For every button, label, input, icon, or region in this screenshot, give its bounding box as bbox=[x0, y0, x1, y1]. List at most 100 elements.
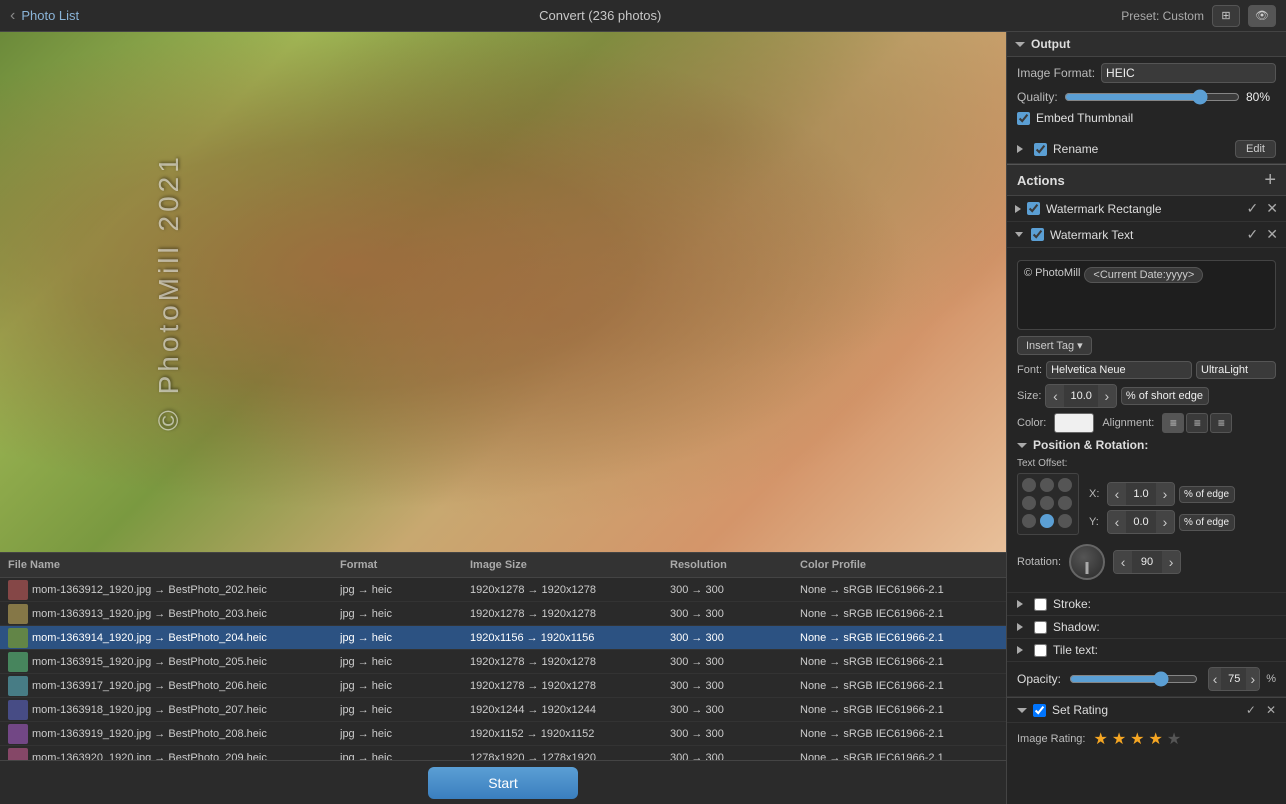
offset-x-decrement[interactable]: ‹ bbox=[1108, 483, 1126, 505]
size-increment-btn[interactable]: › bbox=[1098, 385, 1116, 407]
shadow-checkbox[interactable] bbox=[1034, 621, 1047, 634]
opacity-decrement[interactable]: ‹ bbox=[1209, 668, 1222, 690]
back-arrow-icon[interactable]: ‹ bbox=[10, 7, 15, 25]
position-rotation-header[interactable]: Position & Rotation: bbox=[1017, 438, 1276, 452]
rotation-decrement[interactable]: ‹ bbox=[1114, 551, 1132, 573]
col-header-size: Image Size bbox=[470, 559, 670, 571]
dot-mc[interactable] bbox=[1040, 496, 1054, 510]
watermark-rect-expand-icon[interactable] bbox=[1015, 205, 1021, 213]
table-row[interactable]: mom-1363920_1920.jpg → BestPhoto_209.hei… bbox=[0, 746, 1006, 760]
watermark-date-tag[interactable]: <Current Date:yyyy> bbox=[1084, 267, 1203, 283]
watermark-text-content: © PhotoMill <Current Date:yyyy> Insert T… bbox=[1007, 248, 1286, 593]
watermark-rect-checkbox[interactable] bbox=[1027, 202, 1040, 215]
star-5[interactable]: ★ bbox=[1167, 729, 1181, 749]
offset-x-increment[interactable]: › bbox=[1156, 483, 1174, 505]
star-2[interactable]: ★ bbox=[1112, 729, 1126, 749]
main-content: © PhotoMill 2021 File Name Format Image … bbox=[0, 32, 1286, 804]
topbar: ‹ Photo List Convert (236 photos) Preset… bbox=[0, 0, 1286, 32]
photo-list-link[interactable]: Photo List bbox=[21, 8, 79, 23]
dot-tl[interactable] bbox=[1022, 478, 1036, 492]
row-thumbnail bbox=[8, 700, 28, 720]
table-row[interactable]: mom-1363914_1920.jpg → BestPhoto_204.hei… bbox=[0, 626, 1006, 650]
star-3[interactable]: ★ bbox=[1130, 729, 1144, 749]
opacity-increment[interactable]: › bbox=[1246, 668, 1259, 690]
watermark-text-remove-icon[interactable]: ✕ bbox=[1266, 226, 1278, 243]
dot-grid bbox=[1017, 473, 1079, 535]
dot-br[interactable] bbox=[1058, 514, 1072, 528]
row-resolution: 300 → 300 bbox=[670, 752, 800, 761]
align-center-btn[interactable]: ≡ bbox=[1186, 413, 1208, 433]
size-decrement-btn[interactable]: ‹ bbox=[1046, 385, 1064, 407]
start-button[interactable]: Start bbox=[428, 767, 578, 799]
stroke-checkbox[interactable] bbox=[1034, 598, 1047, 611]
shadow-expand-icon[interactable] bbox=[1017, 623, 1028, 631]
preview-view-btn[interactable]: 👁 bbox=[1248, 5, 1276, 27]
format-select[interactable]: HEIC JPEG PNG TIFF bbox=[1101, 63, 1276, 83]
text-offset-label: Text Offset: bbox=[1017, 458, 1079, 469]
star-1[interactable]: ★ bbox=[1093, 729, 1107, 749]
quality-slider[interactable] bbox=[1064, 89, 1240, 105]
opacity-stepper: ‹ 75 › bbox=[1208, 667, 1261, 691]
watermark-rect-remove-icon[interactable]: ✕ bbox=[1266, 200, 1278, 217]
table-row[interactable]: mom-1363919_1920.jpg → BestPhoto_208.hei… bbox=[0, 722, 1006, 746]
topbar-title: Convert (236 photos) bbox=[539, 8, 661, 23]
watermark-text-checkbox[interactable] bbox=[1031, 228, 1044, 241]
table-row[interactable]: mom-1363918_1920.jpg → BestPhoto_207.hei… bbox=[0, 698, 1006, 722]
dot-mr[interactable] bbox=[1058, 496, 1072, 510]
table-row[interactable]: mom-1363917_1920.jpg → BestPhoto_206.hei… bbox=[0, 674, 1006, 698]
watermark-text-area[interactable]: © PhotoMill <Current Date:yyyy> bbox=[1017, 260, 1276, 330]
offset-y-increment[interactable]: › bbox=[1156, 511, 1174, 533]
rename-expand-icon[interactable] bbox=[1017, 145, 1028, 153]
table-row[interactable]: mom-1363912_1920.jpg → BestPhoto_202.hei… bbox=[0, 578, 1006, 602]
output-section-content: Image Format: HEIC JPEG PNG TIFF Quality… bbox=[1007, 57, 1286, 135]
col-header-format: Format bbox=[340, 559, 470, 571]
dot-bc[interactable] bbox=[1040, 514, 1054, 528]
rating-collapse-icon[interactable] bbox=[1017, 708, 1027, 713]
set-rating-remove-icon[interactable]: ✕ bbox=[1266, 703, 1276, 717]
star-4[interactable]: ★ bbox=[1149, 729, 1163, 749]
dot-ml[interactable] bbox=[1022, 496, 1036, 510]
align-left-btn[interactable]: ≡ bbox=[1162, 413, 1184, 433]
set-rating-checkbox[interactable] bbox=[1033, 704, 1046, 717]
opacity-slider[interactable] bbox=[1069, 671, 1198, 687]
row-filename: mom-1363913_1920.jpg → BestPhoto_203.hei… bbox=[0, 604, 340, 624]
offset-y-unit[interactable]: % of edge px bbox=[1179, 514, 1235, 531]
embed-thumbnail-checkbox[interactable] bbox=[1017, 112, 1030, 125]
offset-y-decrement[interactable]: ‹ bbox=[1108, 511, 1126, 533]
color-swatch[interactable] bbox=[1054, 413, 1094, 433]
tile-checkbox[interactable] bbox=[1034, 644, 1047, 657]
topbar-right: Preset: Custom ⊞ 👁 bbox=[1121, 5, 1276, 27]
watermark-text-expand-icon[interactable] bbox=[1015, 232, 1023, 237]
offset-x-unit[interactable]: % of edge px bbox=[1179, 486, 1235, 503]
rotation-increment[interactable]: › bbox=[1162, 551, 1180, 573]
insert-tag-button[interactable]: Insert Tag ▾ bbox=[1017, 336, 1092, 355]
watermark-rect-eye-icon[interactable]: ✓ bbox=[1247, 200, 1259, 217]
row-resolution: 300 → 300 bbox=[670, 656, 800, 668]
rename-edit-button[interactable]: Edit bbox=[1235, 140, 1276, 158]
set-rating-eye-icon[interactable]: ✓ bbox=[1246, 703, 1256, 717]
actions-add-button[interactable]: + bbox=[1264, 170, 1276, 190]
table-row[interactable]: mom-1363915_1920.jpg → BestPhoto_205.hei… bbox=[0, 650, 1006, 674]
size-row: Size: ‹ 10.0 › % of short edge % of long… bbox=[1017, 384, 1276, 408]
font-weight-select[interactable]: UltraLight Light Regular Bold bbox=[1196, 361, 1276, 379]
tile-expand-icon[interactable] bbox=[1017, 646, 1028, 654]
rename-checkbox[interactable] bbox=[1034, 143, 1047, 156]
offset-x-stepper: ‹ 1.0 › bbox=[1107, 482, 1175, 506]
dot-bl[interactable] bbox=[1022, 514, 1036, 528]
grid-view-btn[interactable]: ⊞ bbox=[1212, 5, 1240, 27]
preset-label: Preset: Custom bbox=[1121, 9, 1204, 23]
col-header-resolution: Resolution bbox=[670, 559, 800, 571]
dot-tr[interactable] bbox=[1058, 478, 1072, 492]
rotation-knob[interactable] bbox=[1069, 544, 1105, 580]
align-right-btn[interactable]: ≡ bbox=[1210, 413, 1232, 433]
size-unit-select[interactable]: % of short edge % of long edge px bbox=[1121, 387, 1209, 405]
dot-tc[interactable] bbox=[1040, 478, 1054, 492]
quality-row: Quality: 80% bbox=[1017, 89, 1276, 105]
font-family-select[interactable]: Helvetica Neue Arial Times New Roman bbox=[1046, 361, 1192, 379]
table-row[interactable]: mom-1363913_1920.jpg → BestPhoto_203.hei… bbox=[0, 602, 1006, 626]
stroke-expand-icon[interactable] bbox=[1017, 600, 1028, 608]
rotation-label: Rotation: bbox=[1017, 556, 1061, 568]
output-section-header[interactable]: Output bbox=[1007, 32, 1286, 57]
opacity-label: Opacity: bbox=[1017, 672, 1063, 686]
watermark-text-eye-icon[interactable]: ✓ bbox=[1247, 226, 1259, 243]
